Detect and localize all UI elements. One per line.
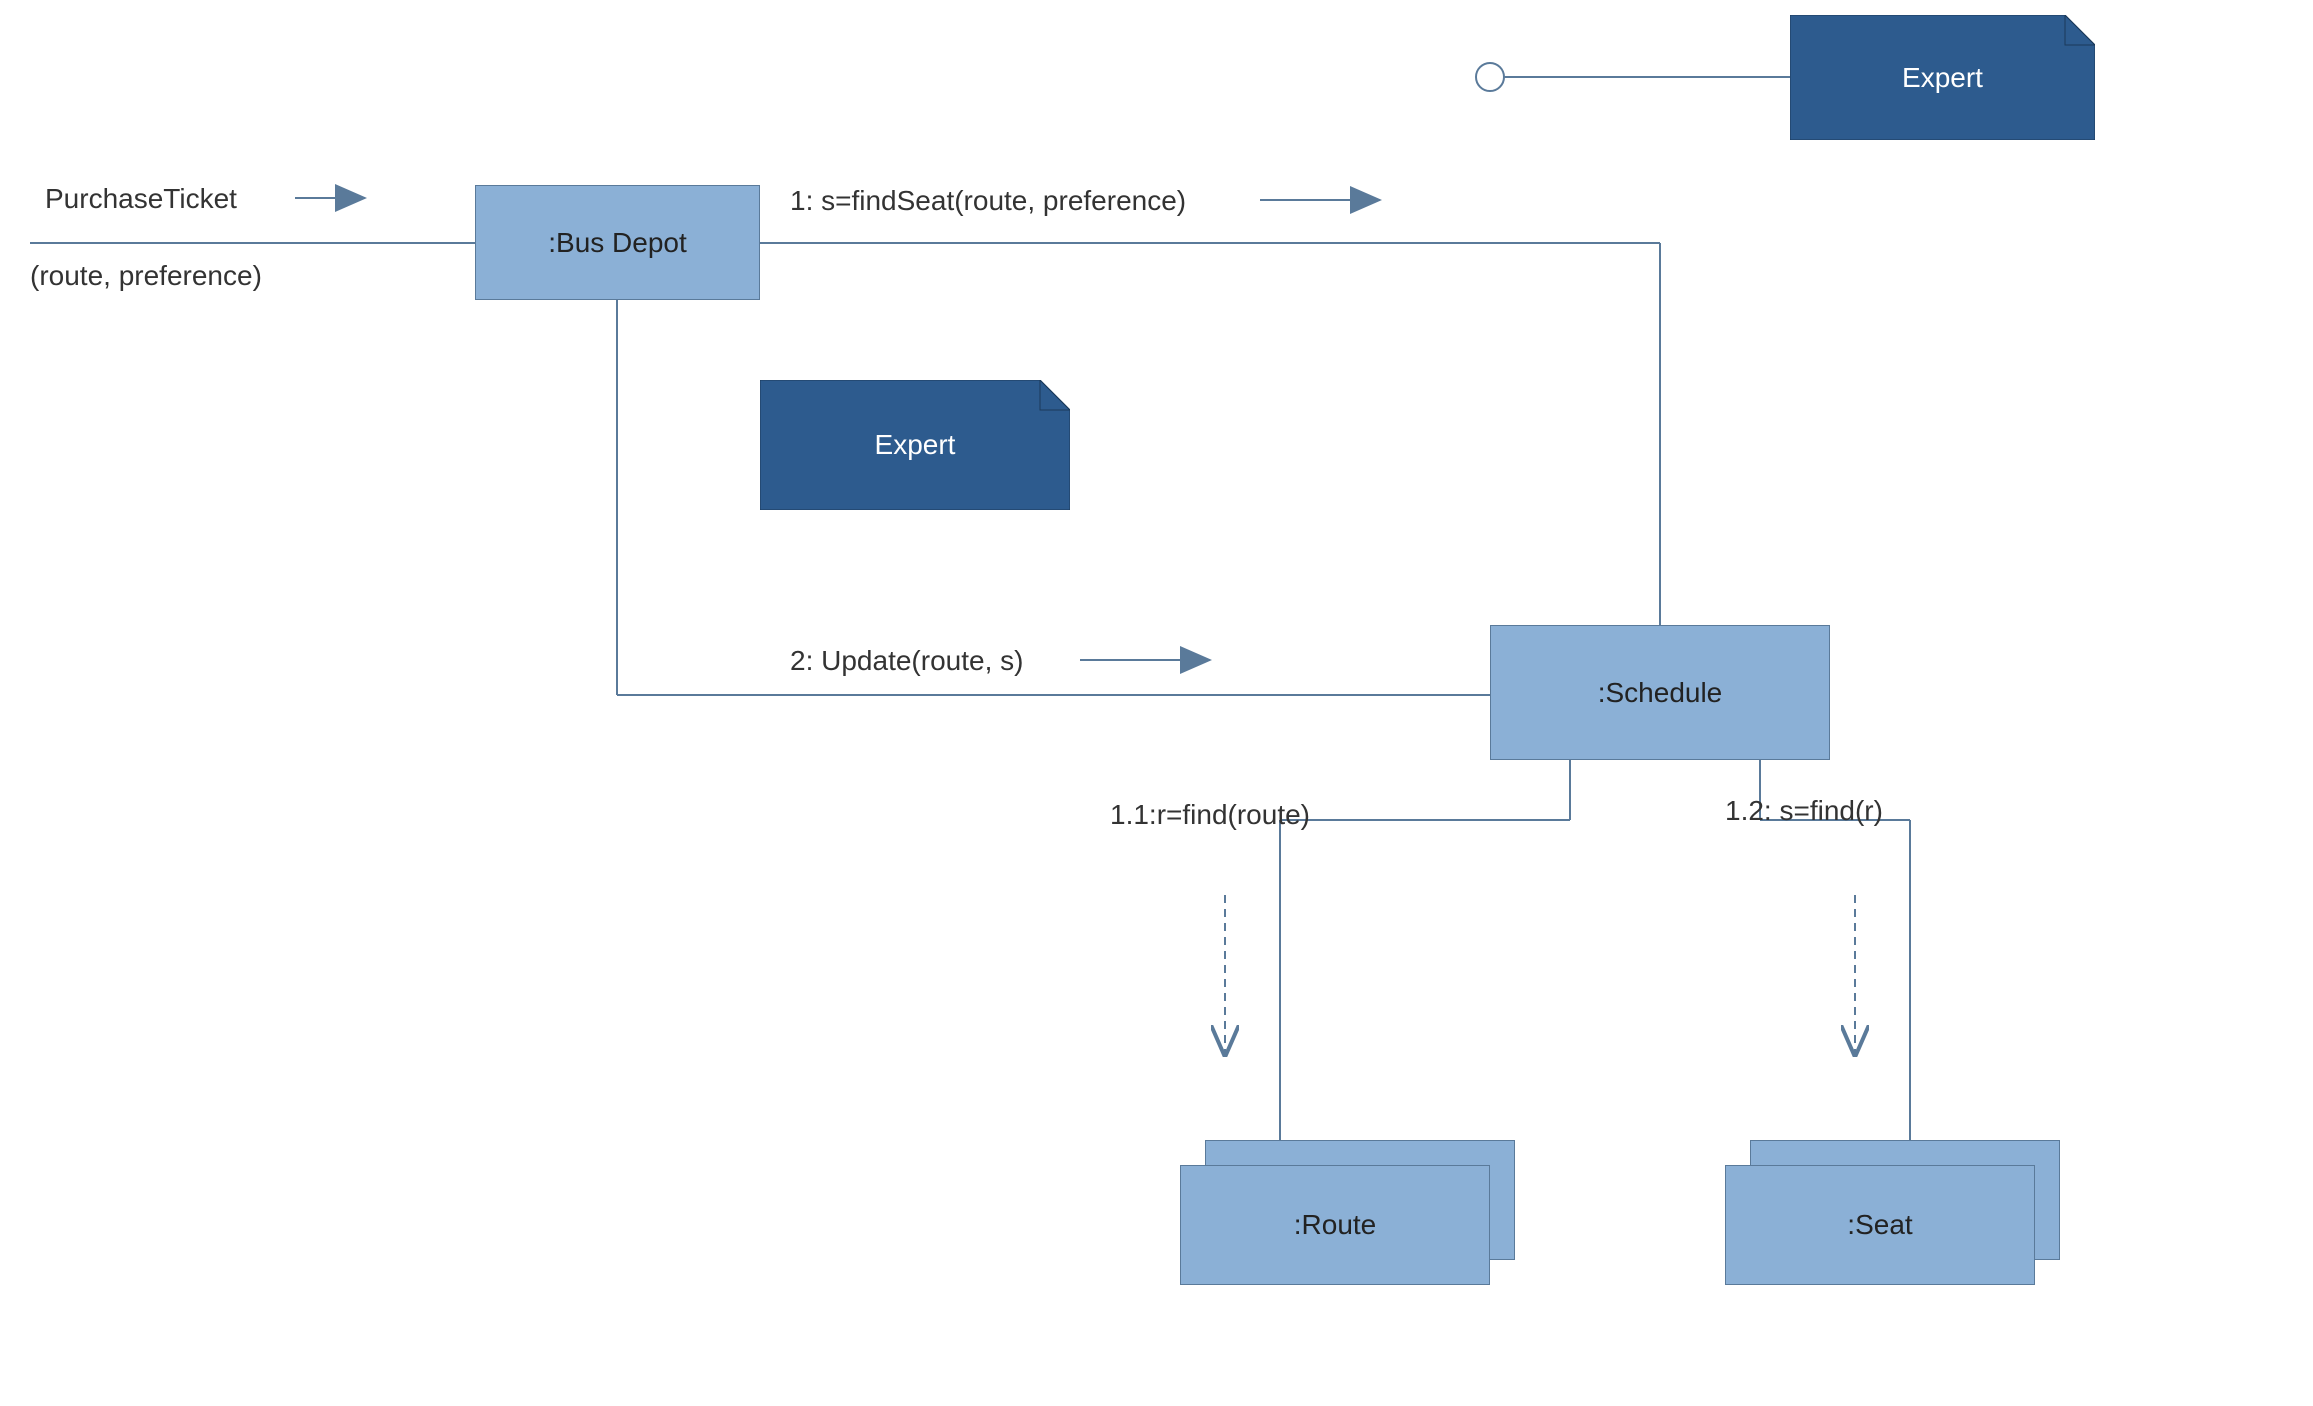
label-find-seat-2: 1.2: s=find(r) xyxy=(1725,795,1883,827)
label-purchase-ticket: PurchaseTicket xyxy=(45,183,237,215)
node-schedule-label: :Schedule xyxy=(1598,677,1723,709)
node-seat-label: :Seat xyxy=(1847,1209,1912,1241)
node-seat[interactable]: :Seat xyxy=(1725,1165,2035,1285)
node-bus-depot[interactable]: :Bus Depot xyxy=(475,185,760,300)
note-expert-1-label: Expert xyxy=(1902,62,1983,94)
label-find-route: 1.1:r=find(route) xyxy=(1110,795,1295,834)
node-route-label: :Route xyxy=(1294,1209,1377,1241)
node-route[interactable]: :Route xyxy=(1180,1165,1490,1285)
node-schedule[interactable]: :Schedule xyxy=(1490,625,1830,760)
node-bus-depot-label: :Bus Depot xyxy=(548,227,687,259)
label-update: 2: Update(route, s) xyxy=(790,645,1023,677)
note-expert-2[interactable]: Expert xyxy=(760,380,1070,510)
label-route-preference: (route, preference) xyxy=(30,260,262,292)
note-expert-2-label: Expert xyxy=(875,429,956,461)
label-find-seat: 1: s=findSeat(route, preference) xyxy=(790,185,1186,217)
note-expert-1[interactable]: Expert xyxy=(1790,15,2095,140)
